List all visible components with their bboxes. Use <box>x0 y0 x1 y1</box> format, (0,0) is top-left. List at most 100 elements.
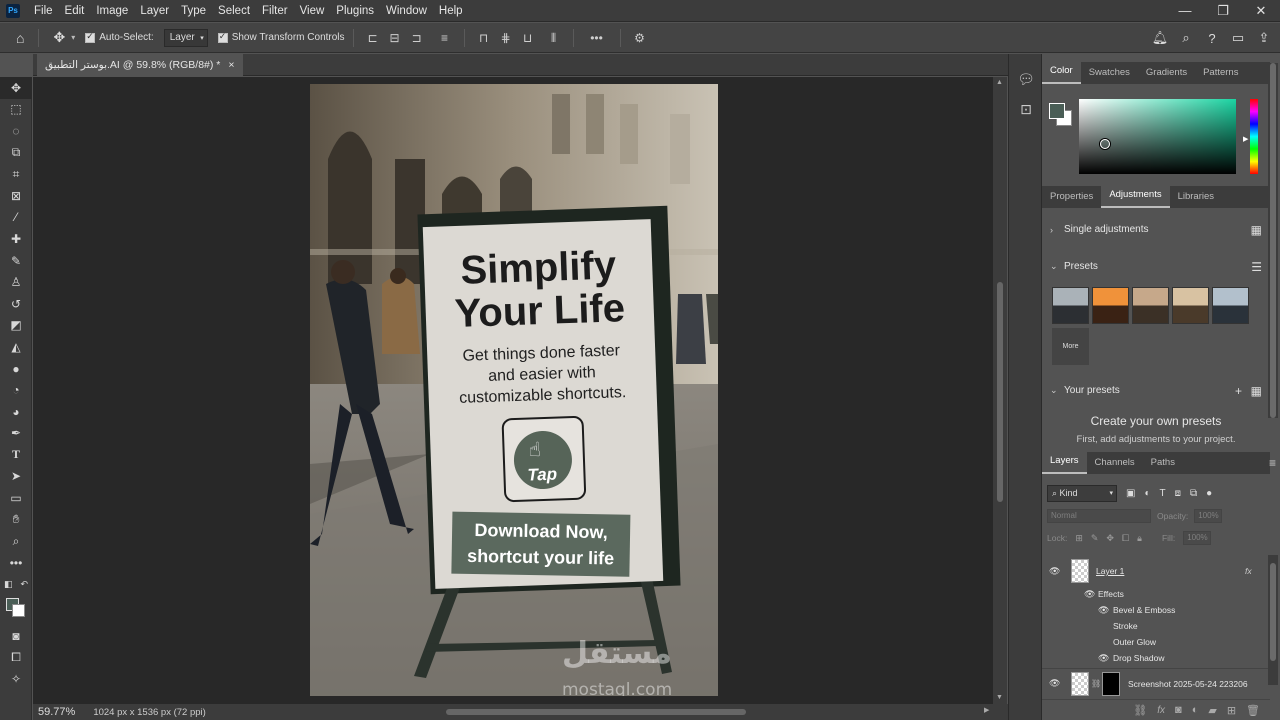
eraser-tool-icon[interactable]: ◩ <box>0 315 32 337</box>
align-middle-icon[interactable]: ⋕ <box>499 31 513 45</box>
align-bottom-icon[interactable]: ⊔ <box>521 31 535 45</box>
restore-button[interactable]: ❐ <box>1204 0 1242 22</box>
link-layers-icon[interactable]: ⛓ <box>1133 704 1147 717</box>
align-top-icon[interactable]: ⊓ <box>477 31 491 45</box>
lock-artboard-icon[interactable]: ⧠ <box>1122 533 1129 544</box>
preset-thumbnail[interactable] <box>1132 287 1169 324</box>
layer-row-layer-1[interactable]: 👁︎ Layer 1 fx <box>1042 556 1270 586</box>
panels-scrollbar[interactable] <box>1268 63 1278 418</box>
scroll-down-icon[interactable]: ▼ <box>996 694 1003 701</box>
foreground-color-swatch[interactable] <box>1049 103 1065 119</box>
menu-file[interactable]: File <box>28 0 59 22</box>
move-tool-icon[interactable]: ✥ <box>53 29 65 46</box>
effect-row[interactable]: 👁︎ Bevel & Emboss <box>1042 602 1270 618</box>
scroll-up-icon[interactable]: ▲ <box>996 79 1003 86</box>
panel-menu-icon[interactable]: ≡ <box>1269 456 1276 470</box>
tab-patterns[interactable]: Patterns <box>1195 62 1246 84</box>
color-picker-cursor[interactable] <box>1100 139 1110 149</box>
hand-tool-icon[interactable]: ✋︎ <box>0 509 32 531</box>
burn-tool-icon[interactable]: ◕ <box>0 401 32 423</box>
new-group-icon[interactable]: ▰ <box>1208 704 1216 717</box>
tab-paths[interactable]: Paths <box>1143 452 1183 474</box>
zoom-tool-icon[interactable]: ⌕ <box>0 530 32 552</box>
preset-thumbnail[interactable] <box>1052 287 1089 324</box>
opacity-field[interactable]: 100% <box>1194 509 1223 523</box>
layers-scrollbar[interactable] <box>1268 555 1278 685</box>
comments-icon[interactable]: 💬︎ <box>1009 64 1043 94</box>
layer-mask-thumbnail[interactable] <box>1102 672 1120 696</box>
fx-icon[interactable]: fx <box>1245 566 1252 576</box>
menu-select[interactable]: Select <box>212 0 256 22</box>
tab-layers[interactable]: Layers <box>1042 450 1087 474</box>
workspace-icon[interactable]: ▭ <box>1228 30 1248 46</box>
tab-swatches[interactable]: Swatches <box>1081 62 1138 84</box>
trash-icon[interactable]: 🗑︎ <box>1246 704 1260 717</box>
more-tools-icon[interactable]: ••• <box>0 552 32 574</box>
rectangle-tool-icon[interactable]: ▭ <box>0 487 32 509</box>
lock-position-icon[interactable]: ✥ <box>1106 533 1114 544</box>
layer-kind-filter[interactable]: ⌕ Kind ▾ <box>1047 484 1117 502</box>
list-view-icon[interactable]: ☰ <box>1251 260 1262 274</box>
eyedropper-tool-icon[interactable]: ⁄ <box>0 207 32 229</box>
show-transform-checkbox[interactable]: Show Transform Controls <box>217 31 345 43</box>
home-icon[interactable]: ⌂ <box>16 30 24 46</box>
more-presets-button[interactable]: More <box>1052 328 1089 365</box>
path-select-tool-icon[interactable]: ➤ <box>0 466 32 488</box>
crop-tool-icon[interactable]: ⌗ <box>0 163 32 185</box>
effect-row[interactable]: 👁︎ Drop Shadow <box>1042 650 1270 666</box>
pixel-filter-icon[interactable]: ▣ <box>1126 488 1135 499</box>
preset-thumbnail[interactable] <box>1092 287 1129 324</box>
your-presets-row[interactable]: ⌄ Your presets + ▦ <box>1050 384 1262 398</box>
default-colors-icon[interactable]: ◧ <box>4 579 13 590</box>
help-icon[interactable]: ? <box>1202 31 1222 46</box>
lasso-tool-icon[interactable]: ◌ <box>0 120 32 142</box>
align-right-icon[interactable]: ⊐ <box>410 31 424 45</box>
paint-bucket-tool-icon[interactable]: ◭ <box>0 336 32 358</box>
effect-row[interactable]: Outer Glow <box>1042 634 1270 650</box>
grid-view-icon[interactable]: ▦ <box>1251 223 1262 237</box>
shape-filter-icon[interactable]: ⧈ <box>1175 488 1181 499</box>
preset-thumbnail[interactable] <box>1172 287 1209 324</box>
menu-filter[interactable]: Filter <box>256 0 294 22</box>
layer-row-screenshot[interactable]: 👁︎ ⛓ Screenshot 2025-05-24 223206 <box>1042 668 1270 698</box>
zoom-level[interactable]: 59.77% <box>38 706 75 718</box>
history-brush-tool-icon[interactable]: ↺ <box>0 293 32 315</box>
lock-paint-icon[interactable]: ✎ <box>1091 533 1099 544</box>
align-left-icon[interactable]: ⊏ <box>366 31 380 45</box>
brush-tool-icon[interactable]: ✎ <box>0 250 32 272</box>
menu-view[interactable]: View <box>294 0 331 22</box>
distribute-horizontal-icon[interactable]: ≡ <box>438 31 452 45</box>
bell-icon[interactable]: 🔔︎ <box>1150 30 1170 46</box>
stamp-tool-icon[interactable]: ♙ <box>0 271 32 293</box>
scrollbar-thumb[interactable] <box>446 709 746 715</box>
swap-colors-icon[interactable]: ◧ ↶ <box>0 574 32 596</box>
add-preset-icon[interactable]: + <box>1235 384 1242 398</box>
preset-thumbnail[interactable] <box>1212 287 1249 324</box>
add-mask-icon[interactable]: ◙ <box>1175 704 1182 716</box>
tab-color[interactable]: Color <box>1042 60 1081 84</box>
gear-icon[interactable]: ⚙ <box>633 31 647 45</box>
new-layer-icon[interactable]: ⊞ <box>1227 704 1236 717</box>
tab-adjustments[interactable]: Adjustments <box>1101 184 1170 208</box>
canvas-horizontal-scrollbar[interactable]: ▶ <box>230 704 1008 720</box>
distribute-vertical-icon[interactable]: ⦀ <box>547 31 561 45</box>
scrollbar-thumb[interactable] <box>997 282 1003 502</box>
menu-help[interactable]: Help <box>433 0 469 22</box>
layer-name[interactable]: Screenshot 2025-05-24 223206 <box>1128 679 1248 689</box>
visibility-eye-icon[interactable]: 👁︎ <box>1049 566 1060 577</box>
scroll-right-icon[interactable]: ▶ <box>984 706 989 714</box>
tab-channels[interactable]: Channels <box>1087 452 1143 474</box>
chevron-right-icon[interactable]: › <box>1050 225 1058 235</box>
type-tool-icon[interactable]: T <box>0 444 32 466</box>
menu-plugins[interactable]: Plugins <box>330 0 380 22</box>
dodge-tool-icon[interactable]: ◔ <box>0 379 32 401</box>
screen-mode-icon[interactable]: ⧠ <box>0 647 32 669</box>
menu-image[interactable]: Image <box>90 0 134 22</box>
chevron-down-icon[interactable]: ⌄ <box>1050 385 1058 396</box>
effect-row[interactable]: Stroke <box>1042 618 1270 634</box>
align-center-icon[interactable]: ⊟ <box>388 31 402 45</box>
single-adjustments-row[interactable]: › Single adjustments ▦ <box>1050 223 1262 237</box>
auto-select-dropdown[interactable]: Layer ▾ <box>163 28 208 47</box>
layer-name[interactable]: Layer 1 <box>1096 566 1124 576</box>
grid-view-icon[interactable]: ▦ <box>1251 384 1262 398</box>
